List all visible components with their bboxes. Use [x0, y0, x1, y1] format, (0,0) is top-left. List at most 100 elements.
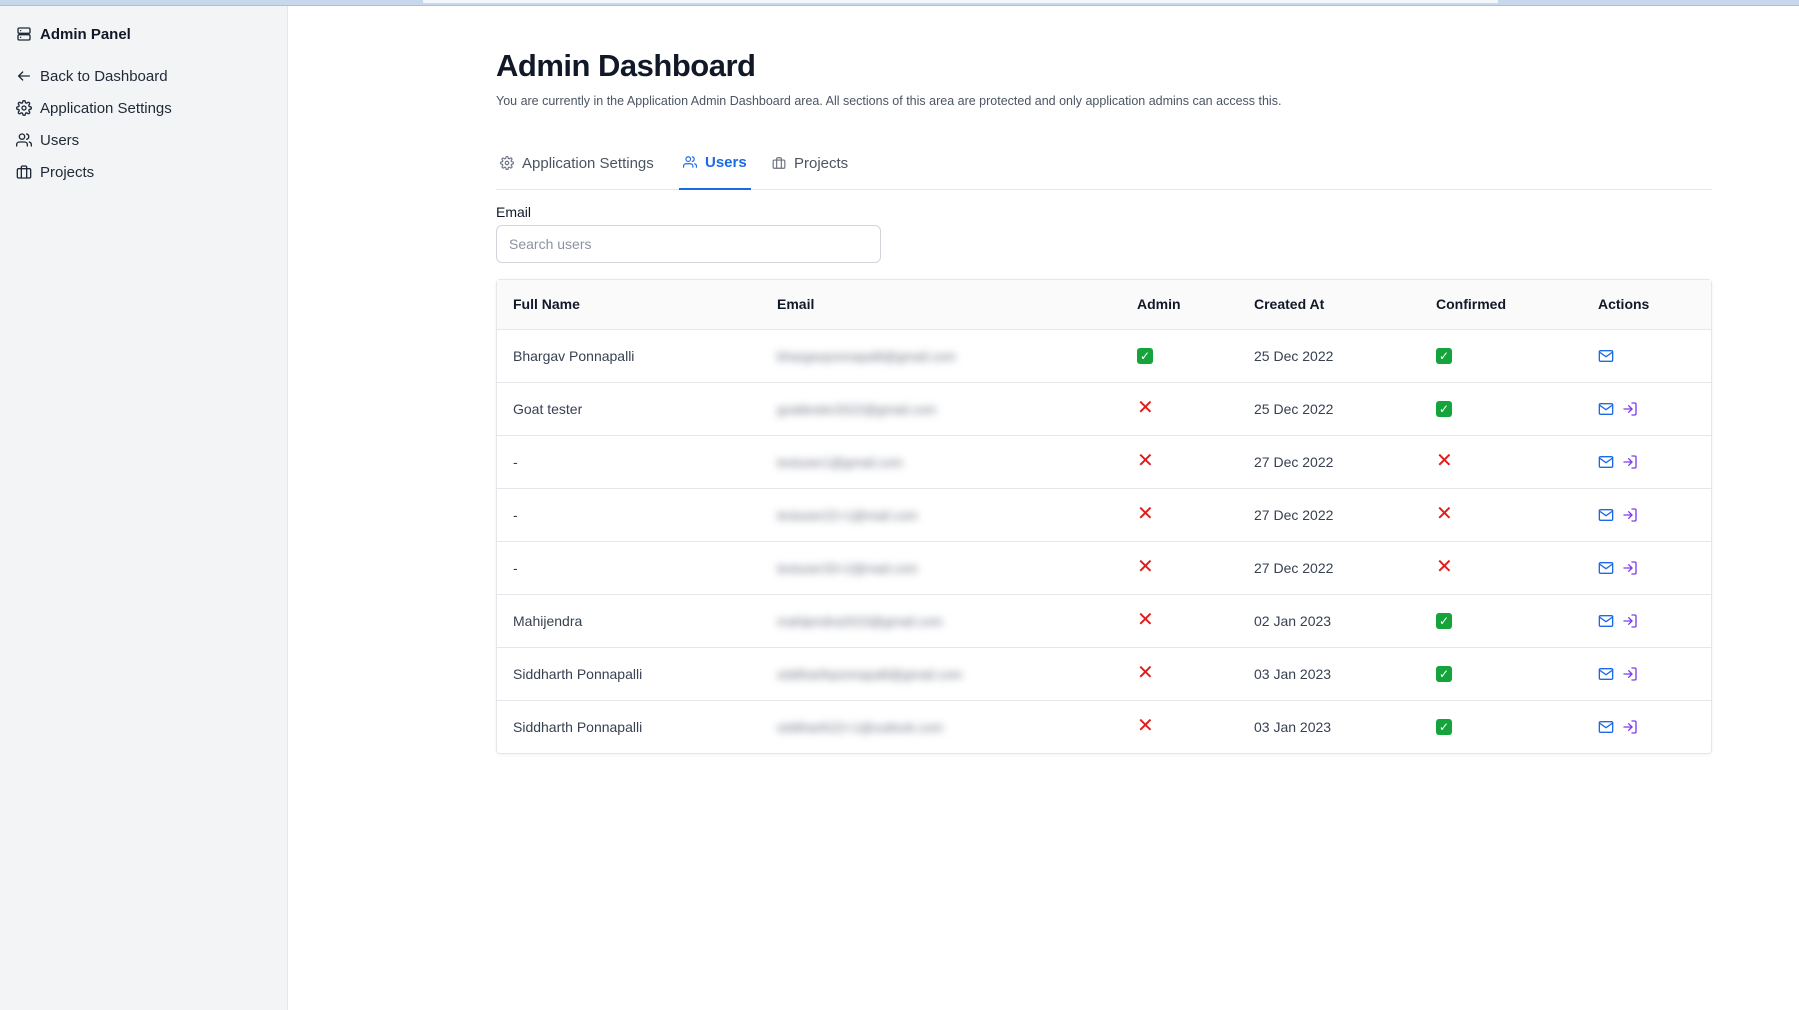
cell-full-name: Siddharth Ponnapalli: [513, 718, 643, 735]
blurred-email: siddharth22+1@outlook.com: [777, 719, 944, 735]
cell-confirmed: ✕: [1420, 488, 1582, 542]
cell-created-at: 02 Jan 2023: [1238, 594, 1420, 648]
sidebar-item-label: Projects: [40, 163, 95, 181]
check-icon: ✓: [1137, 348, 1153, 364]
cell-created-at: 27 Dec 2022: [1238, 541, 1420, 595]
cell-full-name: Goat tester: [497, 382, 761, 436]
cell-admin: ✕: [1121, 435, 1238, 489]
column-header-admin[interactable]: Admin: [1121, 280, 1238, 330]
mail-icon[interactable]: [1598, 560, 1614, 576]
sidebar-item-application-settings[interactable]: Application Settings: [16, 96, 172, 120]
table-header-row: Full Name Email Admin Created At Confirm…: [497, 280, 1711, 330]
server-icon: [17, 27, 31, 41]
sidebar-item-label: Users: [40, 131, 80, 149]
cell-created-at: 03 Jan 2023: [1254, 718, 1332, 735]
cell-confirmed: ✓: [1420, 700, 1582, 753]
cell-created-at: 03 Jan 2023: [1238, 647, 1420, 701]
row-actions: [1598, 560, 1711, 576]
tab-label: Users: [705, 153, 747, 171]
mail-icon[interactable]: [1598, 507, 1614, 523]
blurred-email: testuser33+2@mail.com: [777, 560, 918, 576]
cell-admin: ✕: [1121, 700, 1238, 753]
tab-users[interactable]: Users: [679, 136, 751, 190]
mail-icon[interactable]: [1598, 719, 1614, 735]
cell-actions: [1582, 594, 1711, 648]
table-row: - testuser33+2@mail.com ✕ 27 Dec 2022 ✕: [497, 541, 1711, 595]
cross-icon: ✕: [1137, 397, 1154, 419]
cell-admin: ✕: [1121, 541, 1238, 595]
sidebar-nav: Back to Dashboard Application Settings U…: [16, 64, 172, 192]
cell-email: testuser22+1@mail.com: [761, 488, 1121, 542]
cell-full-name: Bhargav Ponnapalli: [497, 329, 761, 383]
table-row: Mahijendra mahijendra2023@gmail.com ✕ 02 Ja…: [497, 594, 1711, 648]
login-icon[interactable]: [1622, 560, 1638, 576]
sidebar-item-projects[interactable]: Projects: [16, 160, 172, 184]
blurred-email: goattester2022@gmail.com: [777, 401, 937, 417]
column-header-created-at[interactable]: Created At: [1238, 280, 1420, 330]
cell-confirmed: ✓: [1420, 382, 1582, 436]
login-icon[interactable]: [1622, 401, 1638, 417]
cell-actions: [1582, 435, 1711, 489]
cell-confirmed: ✓: [1420, 594, 1582, 648]
cell-created-at: 27 Dec 2022: [1238, 435, 1420, 489]
table-body: Bhargav Ponnapalli bhargavponnapalli@gmai…: [497, 329, 1711, 753]
sidebar-title: Admin Panel: [40, 25, 131, 43]
arrow-left-icon: [18, 71, 30, 81]
sidebar: Admin Panel Back to Dashboard Applicatio…: [0, 6, 288, 1010]
page-title: Admin Dashboard: [496, 48, 756, 83]
login-icon[interactable]: [1622, 666, 1638, 682]
login-icon[interactable]: [1622, 454, 1638, 470]
cell-email: testuser1@gmail.com: [761, 435, 1121, 489]
mail-icon[interactable]: [1598, 401, 1614, 417]
login-icon[interactable]: [1622, 613, 1638, 629]
gear-icon: [500, 156, 514, 170]
mail-icon[interactable]: [1598, 666, 1614, 682]
cell-actions: [1582, 488, 1711, 542]
users-table: Full Name Email Admin Created At Confirm…: [496, 279, 1712, 754]
sidebar-item-label: Back to Dashboard: [40, 67, 168, 85]
search-label: Email: [496, 204, 532, 220]
gear-icon: [16, 100, 32, 116]
table-row: Bhargav Ponnapalli bhargavponnapalli@gmai…: [497, 329, 1711, 383]
sidebar-item-back-to-dashboard[interactable]: Back to Dashboard: [16, 64, 172, 88]
mail-icon[interactable]: [1598, 348, 1614, 364]
cell-confirmed: ✕: [1420, 541, 1582, 595]
column-header-actions: Actions: [1582, 280, 1711, 330]
column-header-confirmed[interactable]: Confirmed: [1420, 280, 1582, 330]
login-icon[interactable]: [1622, 719, 1638, 735]
cell-full-name: -: [497, 541, 761, 595]
search-input[interactable]: [496, 225, 881, 263]
cross-icon: ✕: [1436, 556, 1453, 578]
cell-full-name: -: [497, 435, 761, 489]
sidebar-brand: Admin Panel: [16, 22, 131, 46]
tab-projects[interactable]: Projects: [768, 136, 852, 190]
tab-label: Application Settings: [522, 154, 654, 172]
page-subtitle: You are currently in the Application Adm…: [496, 94, 1282, 108]
cell-admin: ✕: [1121, 488, 1238, 542]
row-actions: [1598, 666, 1711, 682]
row-actions: [1598, 348, 1711, 364]
column-header-email[interactable]: Email: [761, 280, 1121, 330]
tab-application-settings[interactable]: Application Settings: [496, 136, 658, 190]
users-icon: [16, 133, 32, 147]
cell-actions: [1582, 700, 1711, 753]
cross-icon: ✕: [1137, 715, 1154, 738]
cross-icon: ✕: [1137, 609, 1154, 631]
mail-icon[interactable]: [1598, 454, 1614, 470]
tab-bar: Application Settings Users Projects: [496, 136, 1712, 190]
cross-icon: ✕: [1137, 662, 1154, 684]
cross-icon: ✕: [1137, 503, 1154, 525]
cell-full-name: Mahijendra: [497, 594, 761, 648]
cell-admin: ✕: [1121, 594, 1238, 648]
cell-email: siddharth22+1@outlook.com: [761, 700, 1121, 753]
login-icon[interactable]: [1622, 507, 1638, 523]
column-header-full-name[interactable]: Full Name: [497, 280, 761, 330]
table-row: - testuser22+1@mail.com ✕ 27 Dec 2022 ✕: [497, 488, 1711, 542]
blurred-email: bhargavponnapalli@gmail.com: [777, 348, 956, 364]
cell-admin: ✕: [1121, 382, 1238, 436]
blurred-email: testuser22+1@mail.com: [777, 507, 918, 523]
sidebar-item-users[interactable]: Users: [16, 128, 172, 152]
mail-icon[interactable]: [1598, 613, 1614, 629]
cell-confirmed: ✓: [1420, 329, 1582, 383]
cell-created-at: 25 Dec 2022: [1238, 382, 1420, 436]
